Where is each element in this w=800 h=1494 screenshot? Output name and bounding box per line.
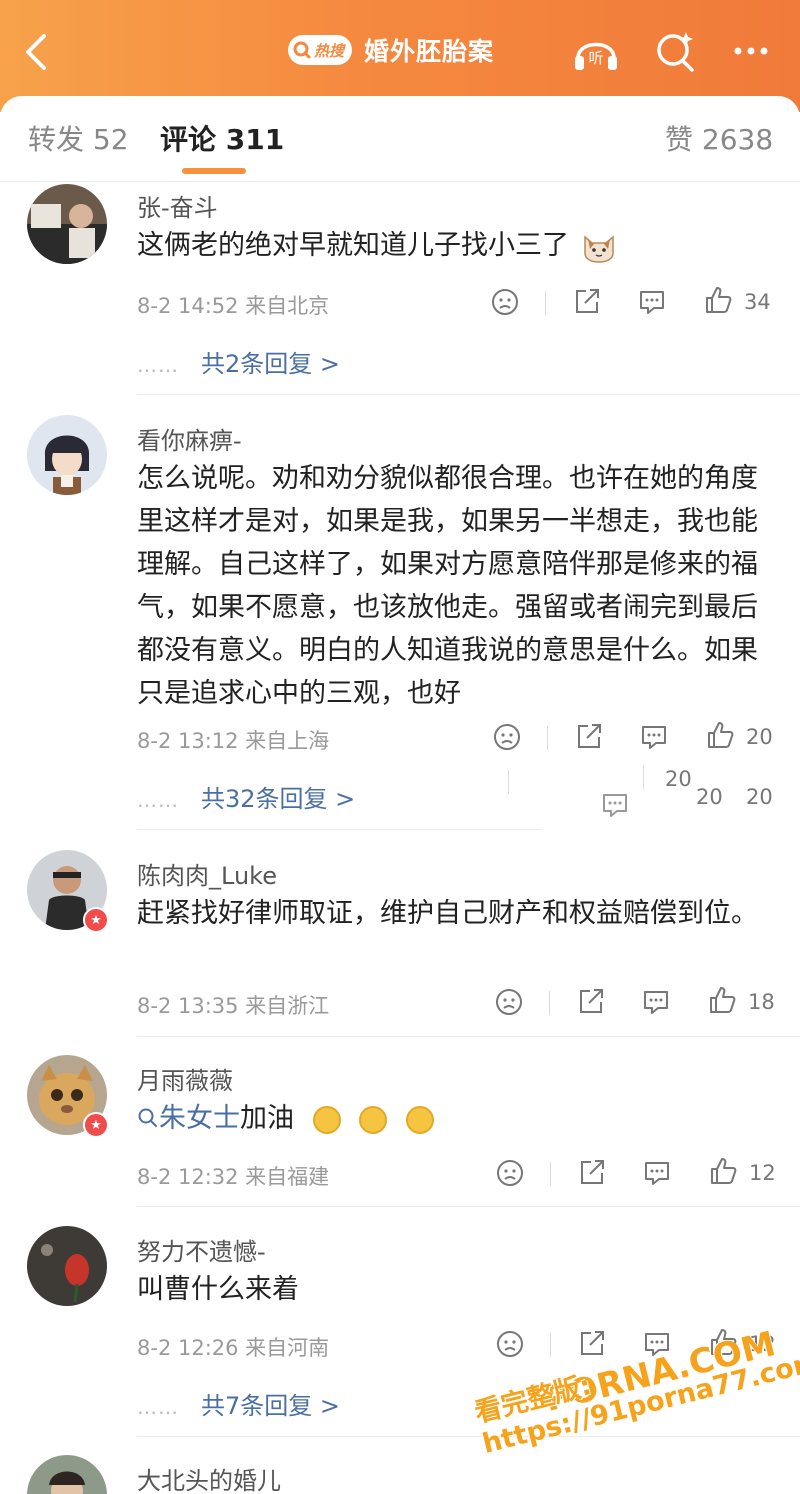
share-icon[interactable] [577,1157,607,1187]
comment-meta: 8-2 12:26 来自河南 [137,1336,330,1360]
dislike-face-icon[interactable] [494,987,524,1017]
share-icon[interactable] [572,286,602,316]
thumbs-up-icon[interactable] [703,285,733,315]
divider [508,770,509,794]
topic-search-link[interactable]: 朱女士 [137,1103,240,1134]
thumbs-up-icon[interactable] [707,985,737,1015]
hot-badge-label: 热搜 [314,41,345,60]
divider [137,394,800,395]
divider [137,1436,800,1437]
like-count-ghost: 20 [665,767,692,791]
username[interactable]: 看你麻痹- [137,421,242,456]
verified-badge-icon: ★ [83,1112,109,1138]
comment-body: 加油 [240,1103,294,1134]
comment-meta: 8-2 12:32 来自福建 [137,1165,330,1189]
like-count: 12 [749,1161,776,1185]
fist-emoji-icon [359,1105,388,1134]
thumbs-up-icon[interactable] [705,720,735,750]
replies-label: 共2条回复 > [201,350,341,378]
tab-repost[interactable]: 转发 52 [28,118,129,158]
username[interactable]: 大北头的婚儿 [137,1461,281,1494]
cat-emoji-icon [583,234,614,263]
divider [550,1333,551,1357]
topic-title-group: 热搜 婚外胚胎案 [288,30,494,70]
tab-bar: 转发 52 评论 311 赞 2638 [0,96,800,182]
like-count: 20 [746,725,773,749]
comment-text: 这俩老的绝对早就知道儿子找小三了 [137,224,777,267]
view-replies-link[interactable]: …… 共7条回复 > [137,1386,340,1421]
tab-comment[interactable]: 评论 311 [160,118,284,158]
divider [550,1162,551,1186]
username[interactable]: 月雨薇薇 [137,1061,233,1096]
comment-text: 怎么说呢。劝和劝分貌似都很合理。也许在她的角度里这样才是对，如果是我，如果另一半… [137,463,758,709]
replies-label: 共32条回复 > [201,785,356,813]
search-term: 朱女士 [159,1103,240,1134]
fist-emoji-icon [312,1105,341,1134]
comment-meta: 8-2 13:12 来自上海 [137,729,330,753]
comment-meta: 8-2 13:35 来自浙江 [137,994,330,1018]
username[interactable]: 努力不遗憾- [137,1232,266,1267]
like-count: 18 [748,990,775,1014]
hot-search-badge: 热搜 [288,35,353,65]
divider [137,829,542,830]
view-replies-link[interactable]: …… 共2条回复 > [137,344,340,379]
thumbs-up-icon[interactable] [708,1156,738,1186]
page-title: 婚外胚胎案 [364,37,495,66]
tab-active-indicator [182,168,246,174]
divider [643,765,644,789]
dislike-face-icon[interactable] [495,1329,525,1359]
share-icon[interactable] [574,721,604,751]
search-icon [293,41,311,59]
replies-dots: …… [137,788,179,812]
divider [547,726,548,750]
comment-text: 赶紧找好律师取证，维护自己财产和权益赔偿到位。 [137,898,758,929]
avatar[interactable] [27,1226,107,1306]
share-icon[interactable] [577,1328,607,1358]
comment-bubble-icon[interactable] [642,1158,672,1188]
dislike-face-icon[interactable] [492,722,522,752]
back-arrow-icon[interactable] [18,30,58,74]
verified-badge-icon: ★ [83,907,109,933]
replies-label: 共7条回复 > [201,1392,341,1420]
comment-bubble-icon[interactable] [639,722,669,752]
comment-text: 朱女士加油 [137,1097,777,1140]
comment-bubble-icon[interactable] [637,287,667,317]
replies-dots: …… [137,1395,179,1419]
avatar[interactable] [27,415,107,495]
username[interactable]: 张-奋斗 [137,188,218,223]
svg-text:听: 听 [588,49,603,67]
dislike-face-icon[interactable] [490,287,520,317]
comment-text: 叫曹什么来着 [137,1274,299,1305]
divider [137,1206,800,1207]
comment-meta: 8-2 14:52 来自北京 [137,294,330,318]
divider [137,1036,800,1037]
comment-bubble-icon[interactable] [641,987,671,1017]
share-icon[interactable] [576,986,606,1016]
fist-emoji-icon [405,1105,434,1134]
search-sparkle-icon[interactable] [650,26,702,78]
comment-bubble-icon [603,794,627,817]
like-count: 34 [744,290,771,314]
search-icon [138,1108,157,1127]
dislike-face-icon[interactable] [495,1158,525,1188]
username[interactable]: 陈肉肉_Luke [137,856,277,891]
replies-dots: …… [137,353,179,377]
divider [549,991,550,1015]
like-count-ghost: 20 [696,785,723,809]
avatar[interactable] [27,184,107,264]
view-replies-link[interactable]: …… 共32条回复 > [137,779,355,814]
divider [545,291,546,315]
comment-body: 这俩老的绝对早就知道儿子找小三了 [137,230,569,261]
headphones-listen-icon[interactable]: 听 [570,26,622,78]
tab-like[interactable]: 赞 2638 [665,118,773,158]
like-count-ghost: 20 [746,785,773,809]
more-options-icon[interactable] [726,26,778,78]
